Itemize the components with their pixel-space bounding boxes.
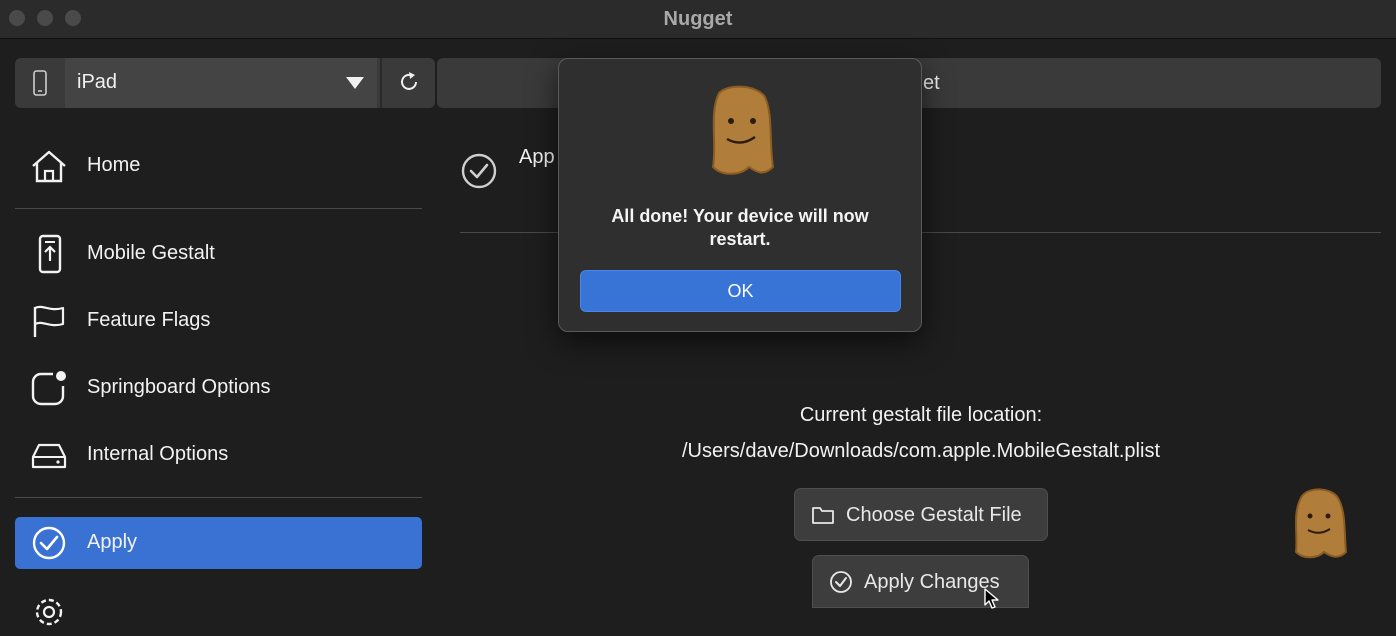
sidebar-item-mobile-gestalt[interactable]: Mobile Gestalt <box>15 228 422 280</box>
flag-icon <box>33 305 65 337</box>
window-title: Nugget <box>663 8 733 30</box>
folder-icon <box>812 507 834 524</box>
sidebar-item-settings[interactable] <box>15 584 422 636</box>
refresh-devices-button[interactable] <box>380 58 435 108</box>
completion-dialog: All done! Your device will now restart. … <box>558 58 922 332</box>
choose-gestalt-file-button[interactable]: Choose Gestalt File <box>794 488 1048 541</box>
sidebar-item-label: Home <box>87 154 141 176</box>
home-icon <box>32 150 66 183</box>
sidebar-item-feature-flags[interactable]: Feature Flags <box>15 295 422 347</box>
sidebar-item-label: Apply <box>87 531 138 553</box>
device-dropdown-value: iPad <box>77 71 118 93</box>
nugget-mascot-image <box>1294 488 1348 559</box>
sidebar-item-home[interactable]: Home <box>15 140 422 192</box>
sidebar-item-apply[interactable]: Apply <box>15 517 422 569</box>
gestalt-location-path: /Users/dave/Downloads/com.apple.MobileGe… <box>682 440 1160 462</box>
refresh-icon <box>401 72 417 90</box>
chevron-down-icon <box>346 77 364 89</box>
checkmark-circle-icon <box>461 153 497 189</box>
apply-changes-label: Apply Changes <box>864 571 1000 593</box>
sidebar-divider <box>15 208 422 209</box>
sidebar-item-label: Feature Flags <box>87 309 211 331</box>
checkmark-circle-icon <box>830 571 852 593</box>
sidebar-item-springboard-options[interactable]: Springboard Options <box>15 362 422 414</box>
device-selector-bar: iPad <box>15 58 435 108</box>
phone-icon <box>33 70 47 96</box>
checkmark-circle-icon <box>32 526 66 560</box>
gestalt-location-label: Current gestalt file location: <box>799 404 1043 426</box>
sidebar-item-label: Internal Options <box>87 443 229 465</box>
gear-icon <box>35 598 63 626</box>
ok-button[interactable]: OK <box>580 270 901 312</box>
page-title: App <box>519 146 555 168</box>
dialog-message: All done! Your device will now restart. <box>611 206 869 249</box>
app-badge-icon <box>31 371 66 406</box>
top-info-text: et <box>923 72 940 94</box>
sidebar-item-label: Springboard Options <box>87 376 271 398</box>
sidebar-divider <box>15 497 422 498</box>
sidebar-item-label: Mobile Gestalt <box>87 242 215 264</box>
nugget-mascot-image <box>711 85 775 175</box>
title-bar: Nugget <box>0 0 1396 39</box>
choose-gestalt-file-label: Choose Gestalt File <box>846 504 1022 526</box>
phone-upload-icon <box>38 234 62 274</box>
mouse-cursor-icon <box>984 588 999 609</box>
device-dropdown[interactable]: iPad <box>65 58 377 108</box>
drive-icon <box>31 443 67 469</box>
sidebar-item-internal-options[interactable]: Internal Options <box>15 429 422 481</box>
